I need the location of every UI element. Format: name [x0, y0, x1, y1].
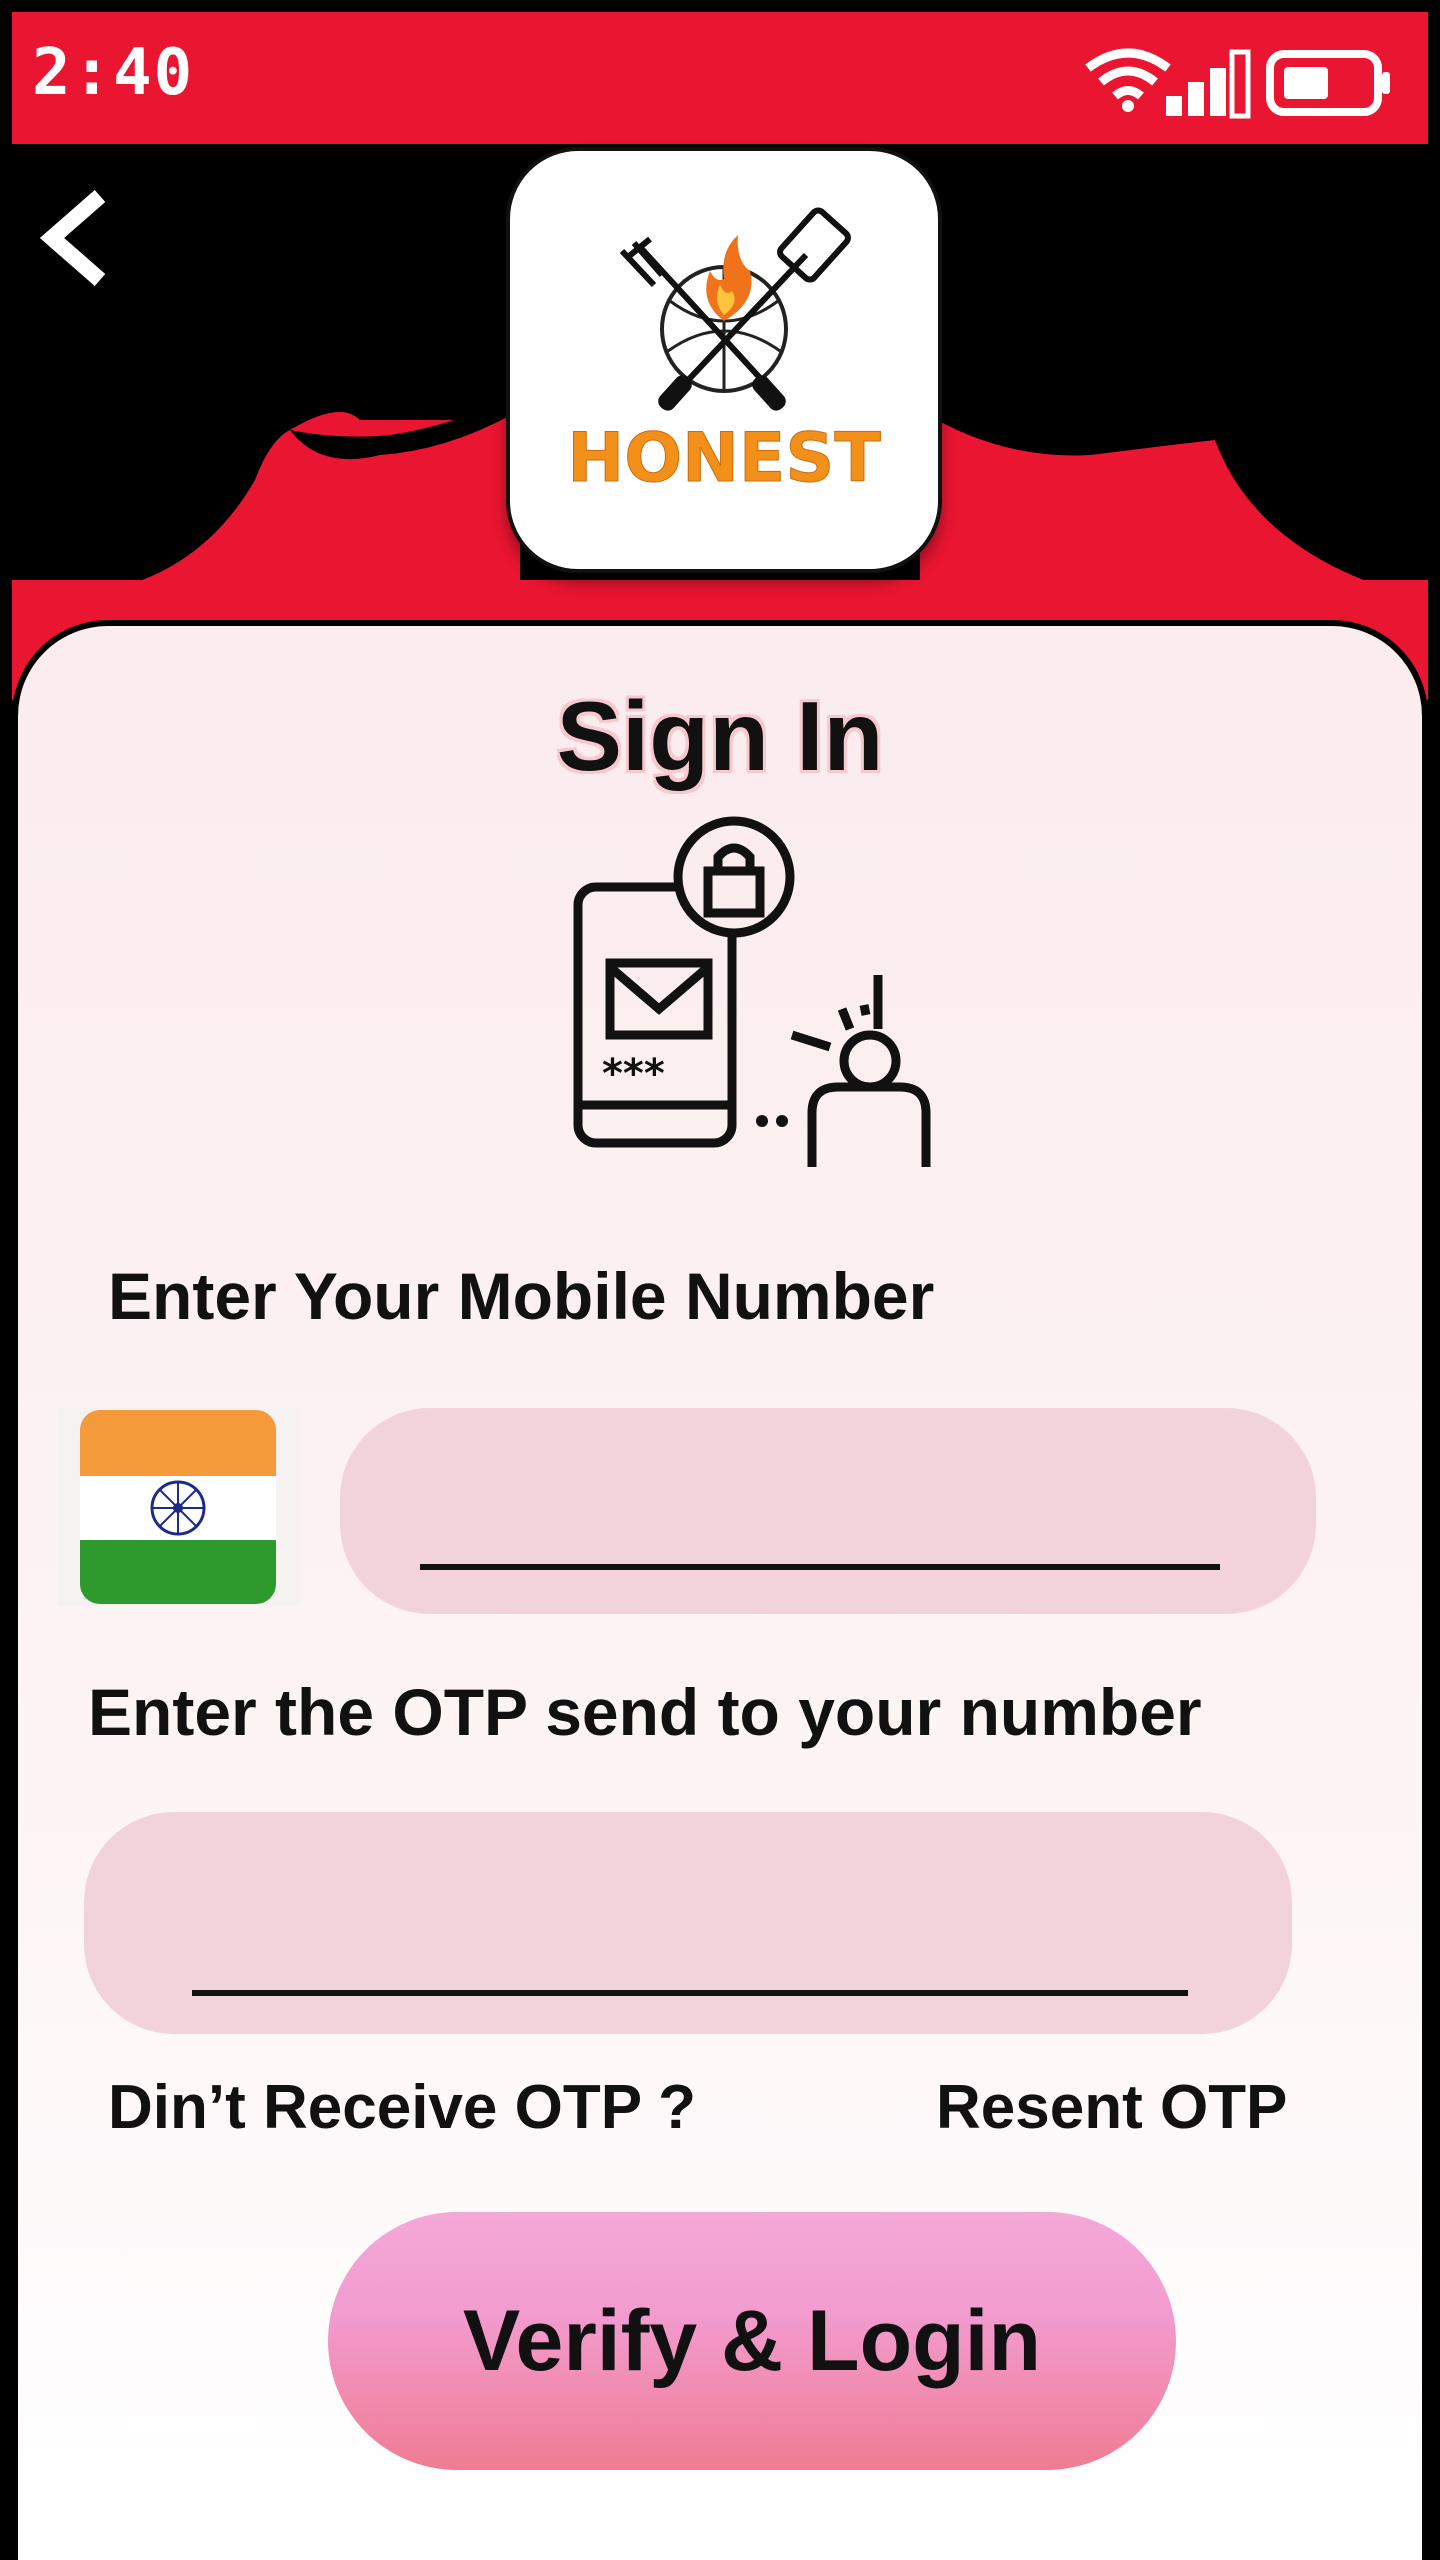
chevron-left-icon — [39, 189, 106, 287]
otp-label: Enter the OTP send to your number — [88, 1675, 1202, 1749]
resend-otp-link[interactable]: Resent OTP — [936, 2072, 1287, 2143]
svg-text:***: *** — [602, 1051, 665, 1097]
brand-logo: HONEST — [506, 147, 942, 573]
country-flag-selector[interactable] — [58, 1408, 300, 1606]
verify-login-button[interactable]: Verify & Login — [328, 2212, 1176, 2470]
battery-half-icon — [1266, 50, 1390, 116]
logo-text: HONEST — [567, 419, 881, 498]
didnt-receive-otp-text: Din’t Receive OTP ? — [108, 2073, 697, 2142]
otp-input[interactable] — [84, 1812, 1292, 2034]
wifi-icon — [1085, 48, 1171, 112]
status-icons — [1085, 48, 1390, 119]
secure-login-illustration: *** — [573, 816, 931, 1167]
india-flag-icon — [80, 1410, 276, 1604]
otp-input-underline — [192, 1990, 1188, 1996]
status-bar: 2:40 — [12, 12, 1428, 144]
cell-signal-icon — [1166, 49, 1251, 119]
status-time: 2:40 — [32, 36, 195, 110]
mobile-number-input[interactable] — [340, 1408, 1316, 1614]
back-button[interactable] — [30, 178, 130, 298]
mobile-input-underline — [420, 1564, 1220, 1570]
mobile-number-label: Enter Your Mobile Number — [108, 1259, 935, 1333]
page-title: Sign In — [556, 681, 884, 791]
honest-logo-graphic: HONEST — [567, 207, 882, 499]
